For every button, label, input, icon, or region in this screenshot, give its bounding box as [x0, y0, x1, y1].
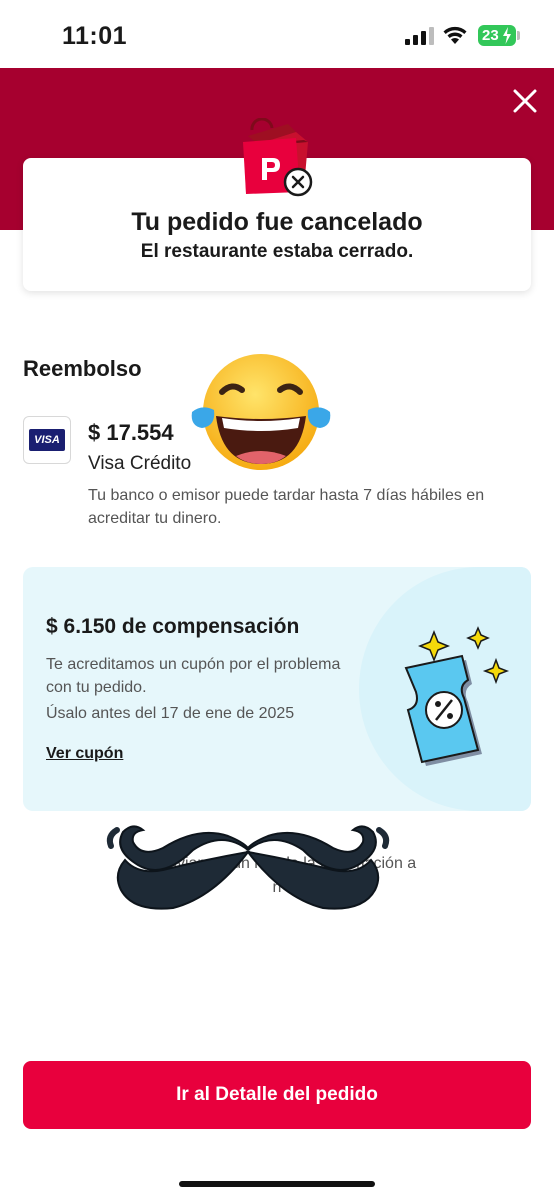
- cancellation-reason: El restaurante estaba cerrado.: [140, 241, 414, 262]
- refund-section-title: Reembolso: [23, 356, 142, 381]
- coupon-ticket-icon: [404, 626, 510, 766]
- compensation-text: Te acreditamos un cupón por el problema …: [46, 656, 341, 696]
- refund-note: Tu banco o emisor puede tardar hasta 7 d…: [88, 487, 485, 527]
- visa-card-icon: VISA: [23, 416, 71, 464]
- laughing-tears-emoji: [191, 354, 331, 470]
- battery-icon: 23: [478, 25, 516, 46]
- status-time: 11:01: [62, 22, 128, 50]
- compensation-expiry: Úsalo antes del 17 de ene de 2025: [46, 705, 295, 722]
- battery-level: 23: [482, 27, 499, 44]
- charging-bolt-icon: [503, 27, 511, 44]
- wifi-icon: [443, 26, 467, 44]
- order-details-button[interactable]: Ir al Detalle del pedido: [23, 1061, 531, 1129]
- view-coupon-link[interactable]: Ver cupón: [46, 745, 123, 763]
- home-indicator: [179, 1181, 375, 1187]
- battery-tip: [517, 31, 520, 40]
- mustache-sticker: [106, 825, 390, 910]
- card-brand: VISA: [29, 429, 65, 451]
- cancellation-title: Tu pedido fue cancelado: [131, 208, 423, 236]
- signal-icon: [405, 27, 434, 45]
- compensation-title: $ 6.150 de compensación: [46, 615, 300, 638]
- cancelled-bag-icon: [243, 118, 313, 197]
- refund-method: Visa Crédito: [88, 453, 192, 474]
- status-bar: 11:01 23: [0, 0, 554, 68]
- close-icon[interactable]: [510, 86, 540, 116]
- refund-amount: $ 17.554: [88, 420, 174, 445]
